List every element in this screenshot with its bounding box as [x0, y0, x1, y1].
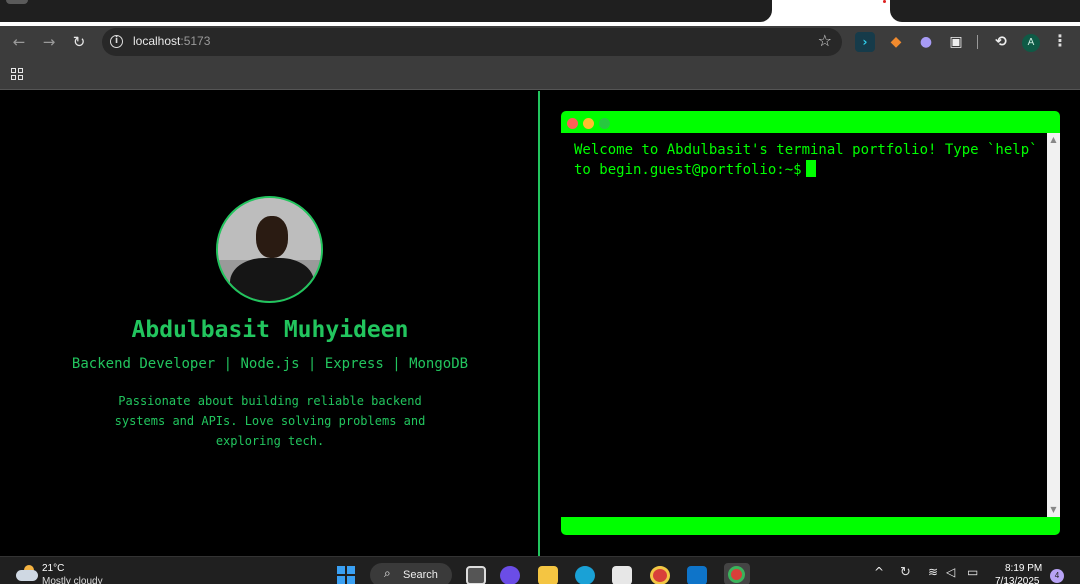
extension-fox-icon[interactable]: ◆: [886, 32, 906, 52]
profile-subtitle: Backend Developer | Node.js | Express | …: [71, 356, 469, 372]
profile-bio: Passionate about building reliable backe…: [114, 394, 426, 448]
profile-photo: [216, 196, 323, 303]
sync-icon[interactable]: ↻: [900, 565, 911, 580]
weather-description[interactable]: Mostly cloudy: [42, 576, 103, 584]
chevron-up-icon[interactable]: ^: [874, 565, 884, 579]
terminal-titlebar: [561, 111, 1060, 133]
info-icon[interactable]: i: [110, 35, 123, 48]
url-port: :5173: [180, 34, 211, 48]
close-dot-icon[interactable]: [567, 118, 578, 129]
star-icon[interactable]: ☆: [818, 31, 832, 50]
reload-icon: ↻: [72, 33, 86, 51]
bookmarks-bar: [0, 58, 1080, 90]
chrome-profile-icon[interactable]: [724, 563, 750, 584]
reload-button[interactable]: ↻: [68, 31, 90, 53]
terminal-window[interactable]: Welcome to Abdulbasit's terminal portfol…: [561, 111, 1060, 535]
wifi-icon[interactable]: ≋: [928, 565, 938, 579]
apps-grid-icon[interactable]: [11, 68, 23, 80]
arrow-left-icon: ←: [12, 33, 26, 51]
terminal-footer: [561, 517, 1060, 535]
volume-icon[interactable]: ◁: [946, 565, 955, 579]
maximize-dot-icon[interactable]: [599, 118, 610, 129]
terminal-cursor[interactable]: [805, 160, 816, 177]
taskbar-search-button[interactable]: ⌕ Search: [370, 563, 452, 584]
inactive-tab[interactable]: [890, 0, 1080, 22]
profile-avatar[interactable]: A: [1022, 34, 1040, 52]
url-text[interactable]: localhost:5173: [133, 34, 210, 48]
browser-toolbar: ← → ↻ i localhost:5173 ☆ › ◆ ● ▣ ⟲ A ⋮: [0, 26, 1080, 58]
windows-start-icon[interactable]: [337, 566, 355, 584]
store-icon[interactable]: [612, 566, 632, 584]
notification-badge[interactable]: 4: [1050, 569, 1064, 583]
url-host: localhost: [133, 34, 181, 48]
weather-temperature[interactable]: 21°C: [42, 563, 64, 574]
minimize-dot-icon[interactable]: [583, 118, 594, 129]
windows-taskbar: 21°C Mostly cloudy ⌕ Search ^ ↻ ≋ ◁ ▭ 8:…: [0, 556, 1080, 584]
weather-cloud-icon[interactable]: [16, 565, 38, 581]
profile-panel: Abdulbasit Muhyideen Backend Developer |…: [0, 91, 540, 556]
terminal-body[interactable]: Welcome to Abdulbasit's terminal portfol…: [561, 133, 1060, 517]
vscode-icon[interactable]: [687, 566, 707, 584]
scroll-up-icon[interactable]: ▲: [1049, 135, 1058, 145]
clock-date[interactable]: 7/13/2025: [995, 576, 1040, 584]
address-bar[interactable]: i localhost:5173 ☆: [102, 28, 842, 56]
extension-play-icon[interactable]: ›: [855, 32, 875, 52]
scroll-down-icon[interactable]: ▼: [1049, 505, 1058, 515]
back-button[interactable]: ←: [8, 31, 30, 53]
chrome-icon[interactable]: [650, 566, 670, 584]
extension-refresh-icon[interactable]: ⟲: [991, 32, 1011, 52]
extension-ghost-icon[interactable]: ●: [916, 32, 936, 52]
tab-strip: [0, 0, 1080, 26]
taskbar-search-label: Search: [403, 569, 438, 581]
terminal-output: Welcome to Abdulbasit's terminal portfol…: [574, 141, 1044, 180]
profile-name: Abdulbasit Muhyideen: [131, 317, 409, 343]
portfolio-page: Abdulbasit Muhyideen Backend Developer |…: [0, 91, 1080, 556]
terminal-scrollbar[interactable]: ▲ ▼: [1047, 133, 1060, 517]
toolbar-divider: [977, 35, 978, 49]
battery-icon[interactable]: ▭: [967, 565, 978, 579]
clock-time[interactable]: 8:19 PM: [1005, 563, 1042, 574]
file-explorer-icon[interactable]: [538, 566, 558, 584]
kebab-menu-icon[interactable]: ⋮: [1052, 31, 1068, 50]
forward-button[interactable]: →: [38, 31, 60, 53]
chat-app-icon[interactable]: [500, 566, 520, 584]
active-tab[interactable]: [0, 0, 772, 22]
search-icon: ⌕: [384, 566, 391, 580]
task-view-icon[interactable]: [466, 566, 486, 584]
recording-indicator: [883, 0, 886, 3]
extensions-puzzle-icon[interactable]: ▣: [946, 32, 966, 52]
edge-browser-icon[interactable]: [575, 566, 595, 584]
arrow-right-icon: →: [42, 33, 56, 51]
